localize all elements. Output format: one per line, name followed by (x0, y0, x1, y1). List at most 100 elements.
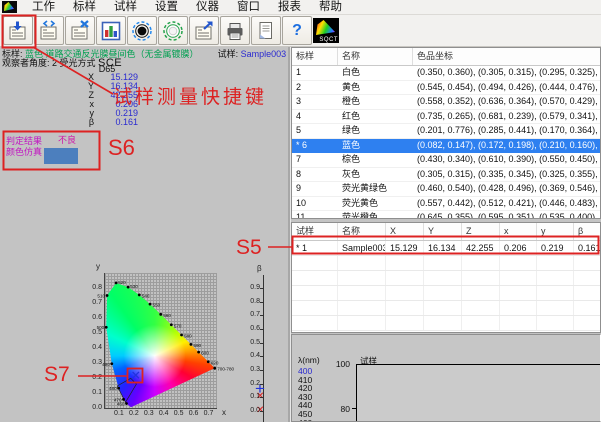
standard-coords: (0.460, 0.540), (0.428, 0.496), (0.369, … (413, 182, 600, 196)
beta-tick-mark (260, 356, 264, 357)
standards-row[interactable]: 2黄色(0.545, 0.454), (0.494, 0.426), (0.44… (292, 81, 600, 96)
locus-dot (117, 387, 120, 390)
samples-empty-row[interactable] (292, 271, 600, 286)
standard-name: 蓝色 (338, 139, 413, 153)
standard-no: 2 (292, 81, 338, 95)
samples-table: 试样名称XYZxyβ * 1Sample00315.12916.13442.25… (291, 222, 601, 333)
list-delete-x-icon (69, 20, 91, 42)
y-axis-tick: 0.1 (86, 389, 102, 397)
standards-row[interactable]: 4红色(0.735, 0.265), (0.681, 0.239), (0.57… (292, 110, 600, 125)
color-simulation-swatch (44, 148, 78, 164)
beta-tick-mark (260, 315, 264, 316)
y-axis-tick: 0.2 (86, 374, 102, 382)
standards-row[interactable]: 5绿色(0.201, 0.776), (0.285, 0.441), (0.17… (292, 124, 600, 139)
locus-dot (149, 303, 152, 306)
standards-row[interactable]: 11荧光橙色(0.645, 0.355), (0.595, 0.351), (0… (292, 211, 600, 219)
locus-dot (207, 360, 210, 363)
sqct-gamut-icon (316, 20, 335, 35)
export-data-button[interactable] (189, 16, 219, 45)
samples-row[interactable]: * 1Sample00315.12916.13442.2550.2060.219… (292, 241, 600, 256)
chromaticity-diagram: y x 460470480490500510520530540550560570… (86, 262, 256, 422)
samples-empty-row[interactable] (292, 316, 600, 331)
toolbar: ? SQCT (0, 15, 601, 47)
empty-cell (574, 301, 600, 315)
menu-item-6[interactable]: 窗口 (228, 0, 269, 15)
standard-no: 9 (292, 182, 338, 196)
locus-dot (213, 367, 216, 370)
white-calibration-icon (162, 20, 184, 42)
print-button[interactable] (220, 16, 250, 45)
standards-row[interactable]: * 6蓝色(0.082, 0.147), (0.172, 0.198), (0.… (292, 139, 600, 154)
menu-item-3[interactable]: 试样 (105, 0, 146, 15)
tristimulus-block: X15.129Y16.134Z42.255x0.206y0.219β0.161 (78, 73, 138, 127)
y-axis-tick: 0.4 (86, 344, 102, 352)
standard-navigate-button[interactable] (34, 16, 64, 45)
beta-axis-label: β (257, 265, 262, 273)
standards-row[interactable]: 10荧光黄色(0.557, 0.442), (0.512, 0.421), (0… (292, 197, 600, 212)
sqct-main-window: 工作标样试样设置仪器窗口报表帮助 ? SQCT 标样: 蓝色 道路交通反光膜昼间… (0, 0, 601, 422)
standard-coords: (0.430, 0.340), (0.610, 0.390), (0.550, … (413, 153, 600, 167)
white-calibration-button[interactable] (158, 16, 188, 45)
sample-Y: 16.134 (424, 241, 462, 255)
locus-label: 520 (118, 280, 126, 285)
standard-coords: (0.545, 0.454), (0.494, 0.426), (0.444, … (413, 81, 600, 95)
empty-cell (386, 271, 424, 285)
menu-item-1[interactable]: 工作 (23, 0, 64, 15)
standard-name: 红色 (338, 110, 413, 124)
x-axis-tick: 0.6 (186, 410, 202, 418)
menu-item-2[interactable]: 标样 (64, 0, 105, 15)
locus-label: 540 (142, 293, 150, 298)
empty-cell (424, 271, 462, 285)
locus-dot (189, 343, 192, 346)
chart-view-button[interactable] (96, 16, 126, 45)
samples-col-1: 试样 (292, 223, 338, 240)
empty-cell (424, 256, 462, 270)
standards-row[interactable]: 3橙色(0.558, 0.352), (0.636, 0.364), (0.57… (292, 95, 600, 110)
empty-cell (537, 271, 574, 285)
standard-name: 荧光黄色 (338, 197, 413, 211)
samples-empty-row[interactable] (292, 286, 600, 301)
samples-col-5: Z (462, 223, 500, 240)
standard-coords: (0.557, 0.442), (0.512, 0.421), (0.446, … (413, 197, 600, 211)
beta-tick: 0.7 (244, 311, 260, 319)
samples-col-6: x (500, 223, 537, 240)
empty-cell (292, 301, 338, 315)
standard-name: 橙色 (338, 95, 413, 109)
sample-delete-button[interactable] (65, 16, 95, 45)
standards-row[interactable]: 7棕色(0.430, 0.340), (0.610, 0.390), (0.55… (292, 153, 600, 168)
x-axis-tick: 0.5 (171, 410, 187, 418)
samples-col-4: Y (424, 223, 462, 240)
menu-item-7[interactable]: 报表 (269, 0, 310, 15)
sample-name: Sample003 (241, 49, 287, 59)
y-axis-tick: 0.3 (86, 359, 102, 367)
print-preview-button[interactable] (251, 16, 281, 45)
sample-X: 15.129 (386, 241, 424, 255)
help-button[interactable]: ? (282, 16, 312, 45)
y-axis-tick: 0.0 (86, 404, 102, 412)
locus-label: 580 (184, 334, 192, 339)
menu-item-4[interactable]: 设置 (146, 0, 187, 15)
standard-no: 8 (292, 168, 338, 182)
spectral-ytick-100: 100 (332, 359, 350, 369)
empty-cell (500, 256, 537, 270)
empty-cell (537, 316, 574, 330)
standards-row[interactable]: 8灰色(0.305, 0.315), (0.335, 0.345), (0.32… (292, 168, 600, 183)
menu-item-5[interactable]: 仪器 (187, 0, 228, 15)
beta-tick: 0.5 (244, 339, 260, 347)
empty-cell (500, 301, 537, 315)
gamut-blob (4, 2, 14, 11)
black-calibration-button[interactable] (127, 16, 157, 45)
menu-item-8[interactable]: 帮助 (310, 0, 351, 15)
standards-row[interactable]: 9荧光黄绿色(0.460, 0.540), (0.428, 0.496), (0… (292, 182, 600, 197)
col-standard-no: 标样 (292, 48, 338, 65)
standards-table: 标样 名称 色品坐标 1白色(0.350, 0.360), (0.305, 0.… (291, 47, 601, 219)
locus-label: 510 (97, 293, 105, 298)
color-simulation-label: 颜色仿真 (6, 145, 42, 158)
locus-dot (106, 294, 109, 297)
samples-empty-row[interactable] (292, 301, 600, 316)
locus-label: 480 (109, 386, 117, 391)
samples-empty-row[interactable] (292, 256, 600, 271)
standards-row[interactable]: 1白色(0.350, 0.360), (0.305, 0.315), (0.29… (292, 66, 600, 81)
sample-measure-button[interactable] (3, 16, 33, 45)
empty-cell (424, 316, 462, 330)
